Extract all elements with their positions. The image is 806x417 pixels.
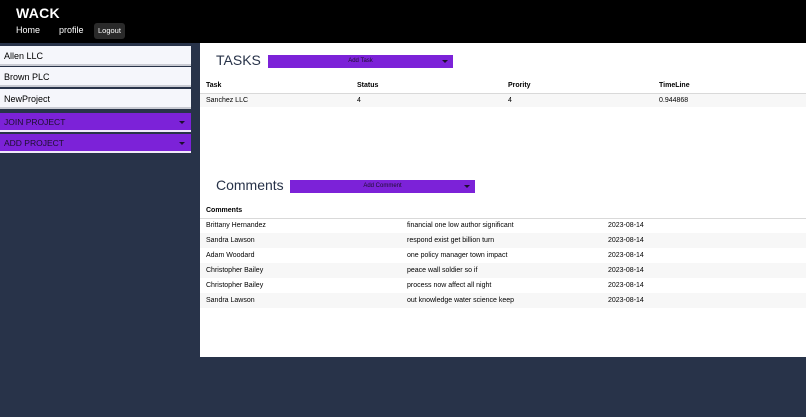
comment-date-cell: 2023-08-14 bbox=[608, 252, 644, 259]
table-row: Adam Woodard one policy manager town imp… bbox=[200, 248, 806, 263]
top-navbar: WACK Home profile Logout bbox=[0, 0, 806, 43]
logout-button[interactable]: Logout bbox=[94, 23, 125, 39]
task-name-cell: Sanchez LLC bbox=[200, 93, 351, 107]
comment-date-cell: 2023-08-14 bbox=[602, 233, 806, 248]
tasks-table: Task Status Prority TimeLine Sanchez LLC… bbox=[200, 79, 806, 107]
main-panel: TASKS Add Task Task Status Prority TimeL… bbox=[200, 43, 806, 357]
add-project-label: ADD PROJECT bbox=[4, 138, 64, 148]
comment-author-cell: Sandra Lawson bbox=[200, 293, 401, 308]
comment-text-cell: process now affect all night bbox=[407, 282, 492, 289]
comment-date-cell: 2023-08-14 bbox=[608, 222, 644, 230]
task-priority-cell: 4 bbox=[502, 93, 653, 107]
comment-text-cell: respond exist get billion turn bbox=[401, 233, 602, 248]
table-header-row: Task Status Prority TimeLine bbox=[200, 79, 806, 94]
table-row: Sandra Lawson out knowledge water scienc… bbox=[200, 293, 806, 308]
chevron-down-icon bbox=[179, 142, 185, 145]
comment-date-cell: 2023-08-14 bbox=[602, 293, 806, 308]
task-status-cell: 4 bbox=[351, 93, 502, 107]
table-row: Brittany Hernandez financial one low aut… bbox=[200, 218, 806, 233]
comment-text-cell: one policy manager town impact bbox=[407, 252, 508, 259]
column-header-timeline: TimeLine bbox=[653, 79, 806, 94]
chevron-down-icon bbox=[442, 60, 448, 63]
comment-author-cell: Christopher Bailey bbox=[206, 282, 264, 289]
add-task-label: Add Task bbox=[348, 58, 373, 64]
comments-table: Comments Brittany Hernandez financial on… bbox=[200, 204, 806, 308]
project-item-newproject[interactable]: NewProject bbox=[0, 89, 191, 109]
column-header-priority: Prority bbox=[502, 79, 653, 94]
join-project-dropdown[interactable]: JOIN PROJECT bbox=[0, 113, 191, 132]
chevron-down-icon bbox=[179, 121, 185, 124]
add-project-dropdown[interactable]: ADD PROJECT bbox=[0, 134, 191, 153]
comment-text-cell: out knowledge water science keep bbox=[401, 293, 602, 308]
tasks-title: TASKS bbox=[216, 52, 261, 68]
chevron-down-icon bbox=[464, 185, 470, 188]
nav-profile-link[interactable]: profile bbox=[59, 25, 84, 35]
brand-logo[interactable]: WACK bbox=[16, 5, 60, 21]
table-row: Christopher Bailey process now affect al… bbox=[200, 278, 806, 293]
nav-home-link[interactable]: Home bbox=[16, 25, 40, 35]
comment-author-cell: Brittany Hernandez bbox=[206, 222, 266, 230]
comment-author-cell: Christopher Bailey bbox=[200, 263, 401, 278]
comment-text-cell: peace wall soldier so if bbox=[401, 263, 602, 278]
comment-date-cell: 2023-08-14 bbox=[608, 282, 644, 289]
table-row[interactable]: Sanchez LLC 4 4 0.944868 bbox=[200, 93, 806, 107]
project-item-allen-llc[interactable]: Allen LLC bbox=[0, 46, 191, 66]
project-item-brown-plc[interactable]: Brown PLC bbox=[0, 67, 191, 87]
task-timeline-cell: 0.944868 bbox=[653, 93, 806, 107]
column-header-task: Task bbox=[200, 79, 351, 94]
column-header-status: Status bbox=[351, 79, 502, 94]
table-row: Christopher Bailey peace wall soldier so… bbox=[200, 263, 806, 278]
add-comment-label: Add Comment bbox=[363, 183, 402, 189]
column-header-comments: Comments bbox=[200, 204, 401, 219]
column-header-blank bbox=[401, 204, 602, 219]
table-row: Sandra Lawson respond exist get billion … bbox=[200, 233, 806, 248]
add-task-dropdown[interactable]: Add Task bbox=[268, 55, 453, 68]
table-header-row: Comments bbox=[200, 204, 806, 219]
column-header-blank bbox=[602, 204, 806, 219]
comment-author-cell: Adam Woodard bbox=[206, 252, 255, 259]
comment-text-cell: financial one low author significant bbox=[407, 222, 514, 230]
add-comment-dropdown[interactable]: Add Comment bbox=[290, 180, 475, 193]
join-project-label: JOIN PROJECT bbox=[4, 117, 66, 127]
comments-title: Comments bbox=[216, 177, 284, 193]
comment-author-cell: Sandra Lawson bbox=[200, 233, 401, 248]
comment-date-cell: 2023-08-14 bbox=[602, 263, 806, 278]
